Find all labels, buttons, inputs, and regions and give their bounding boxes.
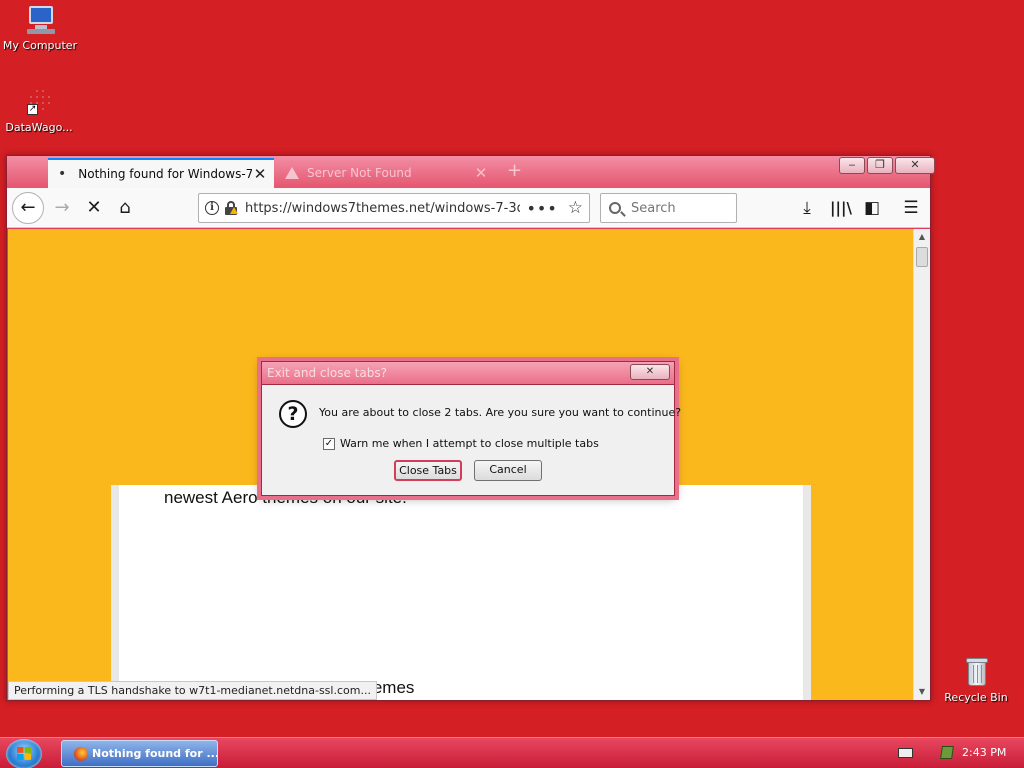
desktop-icon-label: DataWago... [5, 121, 73, 134]
desktop-icon-label: My Computer [2, 39, 78, 52]
close-tabs-button[interactable]: Close Tabs [394, 460, 462, 481]
library-icon[interactable]: |||\ [826, 193, 856, 223]
downloads-icon[interactable]: ⤓ [792, 193, 822, 223]
windows-logo-icon [17, 747, 31, 760]
page-actions-icon[interactable]: ••• [526, 199, 557, 218]
close-tab-icon[interactable]: ✕ [473, 164, 489, 182]
tab-strip: • Nothing found for Windows-7-3d ✕ Serve… [7, 156, 935, 188]
menu-icon[interactable]: ☰ [896, 193, 926, 223]
search-icon [609, 202, 621, 214]
cancel-button[interactable]: Cancel [474, 460, 542, 481]
window-controls: ‒ ❐ ✕ [837, 157, 935, 175]
search-input[interactable] [631, 200, 721, 216]
tab-nothing-found[interactable]: • Nothing found for Windows-7-3d ✕ [48, 158, 274, 188]
desktop-icon-recycle-bin[interactable]: Recycle Bin [938, 656, 1014, 704]
insecure-lock-icon[interactable] [225, 201, 238, 215]
desktop-icon-label: Recycle Bin [944, 691, 1008, 704]
warning-icon [285, 167, 299, 179]
home-button[interactable]: ⌂ [110, 193, 140, 223]
sidebar-icon[interactable]: ◧ [857, 193, 887, 223]
tab-title: Server Not Found [307, 166, 412, 180]
firefox-icon [74, 747, 88, 761]
keyboard-icon[interactable] [898, 748, 913, 758]
warn-multiple-tabs-checkbox[interactable]: ✓ Warn me when I attempt to close multip… [323, 437, 599, 450]
dialog-title: Exit and close tabs? [261, 361, 675, 385]
taskbar-item-firefox[interactable]: Nothing found for ... [61, 740, 218, 767]
navigation-toolbar: ← → ✕ ⌂ i https://windows7themes.net/win… [7, 188, 930, 228]
new-tab-button[interactable]: + [507, 160, 522, 181]
question-icon: ? [279, 400, 307, 428]
dialog-message: You are about to close 2 tabs. Are you s… [319, 406, 682, 419]
shortcut-app-icon: ↗ [22, 86, 56, 118]
tab-title: Nothing found for Windows-7-3d [78, 167, 252, 181]
taskbar-item-label: Nothing found for ... [92, 747, 218, 760]
start-button[interactable] [6, 739, 42, 768]
url-bar[interactable]: i https://windows7themes.net/windows-7-3… [198, 193, 590, 223]
close-tab-icon[interactable]: ✕ [252, 165, 268, 183]
minimize-button[interactable]: ‒ [839, 157, 865, 174]
dialog-close-button[interactable]: ✕ [630, 364, 670, 380]
checkbox-label: Warn me when I attempt to close multiple… [340, 437, 599, 450]
clock[interactable]: 2:43 PM [962, 746, 1006, 759]
desktop-icon-my-computer[interactable]: My Computer [2, 4, 78, 52]
stop-button[interactable]: ✕ [79, 193, 109, 223]
bookmark-star-icon[interactable]: ☆ [568, 198, 583, 218]
computer-icon [23, 4, 57, 36]
scroll-thumb[interactable] [916, 247, 928, 267]
recycle-bin-icon [959, 656, 993, 688]
forward-button[interactable]: → [47, 193, 77, 223]
scroll-down-icon[interactable]: ▼ [914, 684, 930, 700]
loading-indicator-icon: • [58, 166, 67, 182]
restore-button[interactable]: ❐ [867, 157, 893, 174]
close-tabs-dialog: Exit and close tabs? ✕ ? You are about t… [261, 361, 681, 496]
tab-server-not-found[interactable]: Server Not Found ✕ [277, 160, 495, 186]
taskbar: Nothing found for ... 2:43 PM [0, 737, 1024, 768]
back-button[interactable]: ← [12, 192, 44, 224]
desktop-icon-datawagon[interactable]: ↗ DataWago... [1, 86, 77, 134]
search-bar[interactable] [600, 193, 737, 223]
url-text[interactable]: https://windows7themes.net/windows-7-3d [245, 201, 520, 216]
checkbox-checked-icon[interactable]: ✓ [323, 437, 335, 450]
close-window-button[interactable]: ✕ [895, 157, 935, 174]
content-card: newest Aero themes on our site. [111, 485, 811, 700]
status-bar: Performing a TLS handshake to w7t1-media… [8, 681, 377, 700]
site-info-icon[interactable]: i [205, 201, 219, 215]
scroll-up-icon[interactable]: ▲ [914, 229, 930, 245]
network-icon[interactable] [940, 746, 954, 759]
vertical-scrollbar[interactable]: ▲ ▼ [913, 229, 930, 700]
